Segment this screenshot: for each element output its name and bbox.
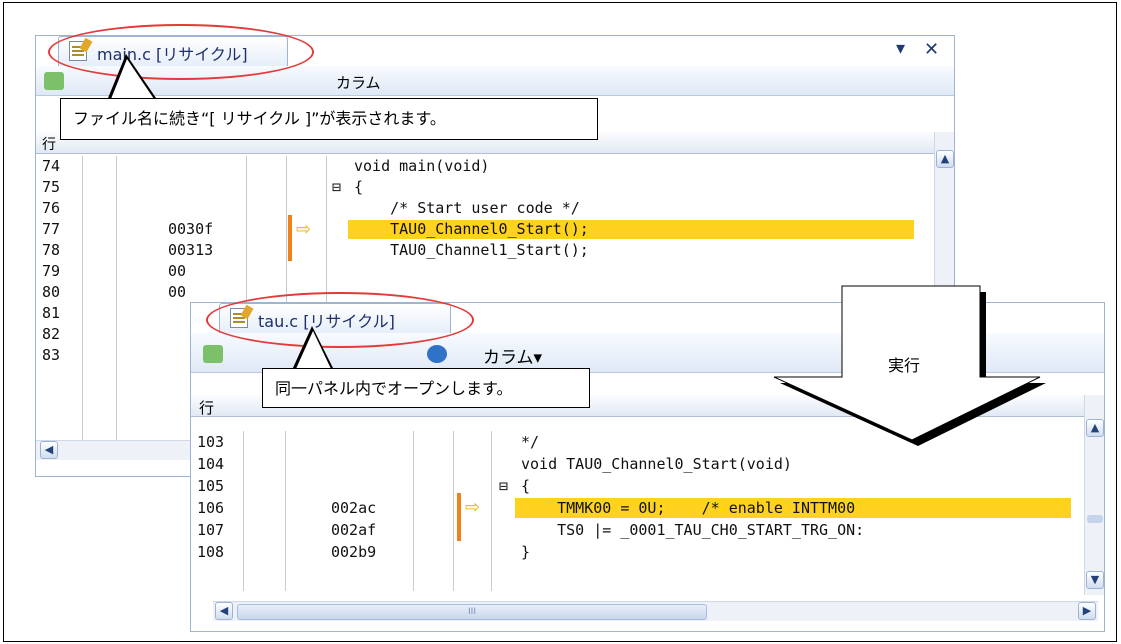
- divider: [491, 431, 492, 591]
- divider: [413, 431, 414, 591]
- header-line-col: 行: [199, 399, 215, 417]
- address: 002af: [331, 521, 377, 539]
- address: 00: [168, 262, 187, 280]
- line-number: 108: [197, 543, 225, 561]
- code-text: {: [521, 477, 531, 495]
- refresh-icon[interactable]: [427, 345, 447, 363]
- fold-marker: ⊟: [332, 178, 342, 196]
- line-number: 107: [197, 521, 225, 539]
- source-icon[interactable]: [44, 72, 64, 90]
- callout-tau-open-note: 同一パネル内でオープンします。: [262, 368, 590, 408]
- line-number: 82: [42, 325, 61, 343]
- header-line-col: 行: [42, 137, 56, 153]
- tab-main-highlight-ellipse: [48, 24, 314, 80]
- fold-marker: ⊟: [499, 477, 509, 495]
- divider: [285, 431, 286, 591]
- line-number: 104: [197, 455, 225, 473]
- code-text: /* Start user code */: [354, 199, 580, 217]
- thumb-grip: III: [468, 607, 476, 617]
- line-number: 75: [42, 178, 61, 196]
- code-text: void TAU0_Channel0_Start(void): [521, 455, 792, 473]
- callout-main-recycle-note: ファイル名に続き“[ リサイクル ]”が表示されます。: [60, 98, 598, 140]
- code-text: */: [521, 433, 540, 451]
- code-text: TS0 |= _0001_TAU_CH0_START_TRG_ON:: [521, 521, 865, 539]
- line-number: 81: [42, 304, 61, 322]
- line-number: 79: [42, 262, 61, 280]
- execute-label: 実行: [888, 356, 921, 375]
- divider: [116, 156, 117, 456]
- dropdown-icon[interactable]: ▾: [896, 38, 905, 59]
- tau-code-area: 103 */ 104 void TAU0_Channel0_Start(void) 10…: [191, 431, 1104, 591]
- exec-pointer-icon: ⇨: [296, 219, 312, 240]
- scroll-left-button[interactable]: ◀: [215, 602, 233, 620]
- toolbar-columns-label[interactable]: カラム: [336, 72, 381, 93]
- code-text: void main(void): [354, 157, 490, 175]
- line-number: 77: [42, 220, 61, 238]
- code-text: }: [521, 543, 531, 561]
- close-icon[interactable]: ✕: [924, 39, 939, 60]
- address: 002b9: [331, 543, 377, 561]
- address: 0030f: [168, 220, 214, 238]
- tau-hscroll[interactable]: ◀ III ▶: [213, 601, 1098, 621]
- divider: [453, 431, 454, 591]
- line-number: 78: [42, 241, 61, 259]
- line-number: 76: [42, 199, 61, 217]
- code-text: TAU0_Channel1_Start();: [354, 241, 589, 259]
- line-number: 80: [42, 283, 61, 301]
- address: 002ac: [331, 499, 377, 517]
- hscroll-thumb[interactable]: III: [237, 604, 707, 620]
- scroll-thumb[interactable]: [1087, 515, 1103, 523]
- source-icon[interactable]: [203, 345, 223, 363]
- scroll-up-button[interactable]: ▲: [1086, 419, 1104, 437]
- line-number: 74: [42, 157, 61, 175]
- code-text: TMMK00 = 0U; /* enable INTTM00: [521, 499, 856, 517]
- line-number: 83: [42, 346, 61, 364]
- scroll-up-button[interactable]: ▲: [936, 150, 954, 168]
- line-number: 106: [197, 499, 225, 517]
- address: 00: [168, 283, 187, 301]
- scroll-down-button[interactable]: ▼: [1086, 571, 1104, 589]
- divider: [82, 156, 83, 456]
- scroll-right-button[interactable]: ▶: [1078, 602, 1096, 620]
- tab-tau-highlight-ellipse: [206, 292, 474, 348]
- line-number: 103: [197, 433, 225, 451]
- tau-vscroll[interactable]: ▲ ▼: [1084, 395, 1104, 595]
- callout-pointer-fill: [295, 331, 332, 371]
- pc-bar: [457, 493, 461, 541]
- code-text: {: [354, 178, 364, 196]
- exec-pointer-icon: ⇨: [465, 497, 481, 518]
- code-text: TAU0_Channel0_Start();: [354, 220, 589, 238]
- line-number: 105: [197, 477, 225, 495]
- divider: [243, 431, 244, 591]
- pc-bar: [288, 215, 292, 261]
- toolbar-columns-label[interactable]: カラム▾: [483, 343, 542, 368]
- address: 00313: [168, 241, 214, 259]
- callout-pointer-fill: [111, 59, 154, 99]
- scroll-left-button[interactable]: ◀: [40, 441, 58, 459]
